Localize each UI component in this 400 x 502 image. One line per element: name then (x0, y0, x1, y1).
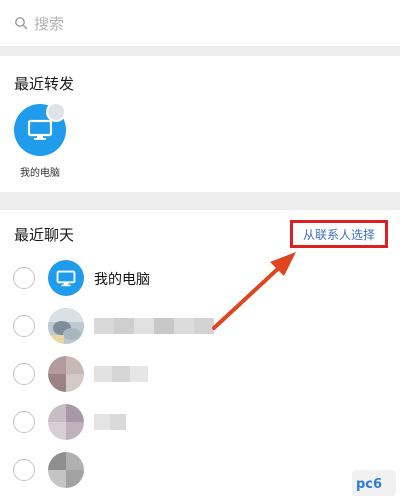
chat-row[interactable] (0, 400, 400, 444)
forward-item-label: 我的电脑 (20, 168, 60, 179)
chat-row[interactable] (0, 448, 400, 492)
chat-row-my-computer[interactable]: 我的电脑 (0, 256, 400, 300)
avatar (48, 356, 84, 392)
select-radio[interactable] (13, 459, 35, 481)
select-radio[interactable] (13, 267, 35, 289)
watermark-text: pc6 (356, 477, 382, 492)
chat-name: 我的电脑 (94, 272, 150, 288)
photo-image (48, 308, 84, 344)
select-radio[interactable] (13, 315, 35, 337)
recent-forward-section: 最近转发 我的电脑 (0, 56, 400, 192)
search-placeholder: 搜索 (34, 14, 65, 33)
avatar (48, 404, 84, 440)
watermark-logo: pc6 (352, 470, 396, 496)
recent-forward-title: 最近转发 (14, 75, 75, 93)
search-icon (15, 17, 28, 30)
recent-chats-title: 最近聊天 (14, 226, 75, 244)
chat-row[interactable] (0, 304, 400, 348)
selection-badge (46, 102, 66, 122)
avatar (48, 308, 84, 344)
avatar (48, 452, 84, 488)
computer-icon (27, 119, 53, 140)
select-radio[interactable] (13, 411, 35, 433)
select-radio[interactable] (13, 363, 35, 385)
search-bar[interactable]: 搜索 (0, 0, 400, 46)
select-from-contacts-link[interactable]: 从联系人选择 (290, 220, 388, 248)
recent-chats-section: 最近聊天 从联系人选择 我的电脑 (0, 210, 400, 502)
chat-row[interactable] (0, 352, 400, 396)
computer-icon (56, 270, 76, 286)
avatar (48, 260, 84, 296)
